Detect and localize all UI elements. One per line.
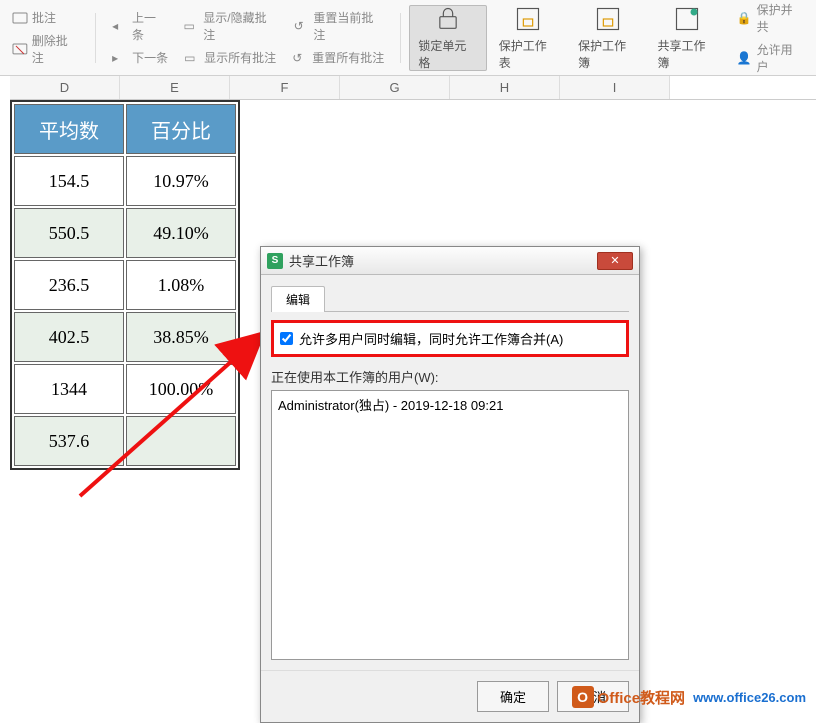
data-table: 平均数 百分比 154.510.97% 550.549.10% 236.51.0… xyxy=(10,100,240,470)
share-workbook-icon xyxy=(673,5,701,33)
allow-multi-edit-row[interactable]: 允许多用户同时编辑，同时允许工作簿合并(A) xyxy=(280,329,620,348)
col-header[interactable]: G xyxy=(340,76,450,99)
protect-share-button[interactable]: 🔒 保护并共 xyxy=(733,0,808,37)
ribbon-label: 重置所有批注 xyxy=(312,49,384,66)
allow-multi-edit-checkbox[interactable] xyxy=(280,332,293,345)
tab-edit[interactable]: 编辑 xyxy=(271,286,325,312)
lock-icon xyxy=(434,5,462,33)
watermark: O Office教程网 www.office26.com xyxy=(572,686,806,708)
checkbox-label: 允许多用户同时编辑，同时允许工作簿合并(A) xyxy=(299,329,563,348)
ribbon-label: 保护工作表 xyxy=(499,37,558,71)
delete-comment-button[interactable]: 删除批注 xyxy=(8,30,83,68)
protect-share-icon: 🔒 xyxy=(737,11,753,25)
protect-workbook-icon xyxy=(594,5,622,33)
cell[interactable]: 537.6 xyxy=(14,416,124,466)
cell[interactable]: 100.00% xyxy=(126,364,236,414)
table-header[interactable]: 平均数 xyxy=(14,104,124,154)
ribbon-label: 锁定单元格 xyxy=(418,37,477,71)
separator xyxy=(400,13,401,63)
cell[interactable] xyxy=(126,416,236,466)
col-header[interactable]: H xyxy=(450,76,560,99)
ribbon-label: 删除批注 xyxy=(32,32,79,66)
protect-sheet-icon xyxy=(514,5,542,33)
tab-strip: 编辑 xyxy=(271,285,629,312)
protect-workbook-button[interactable]: 保护工作簿 xyxy=(570,5,645,71)
ribbon-label: 重置当前批注 xyxy=(313,9,384,43)
toggle-comment-button[interactable]: ▭ 显示/隐藏批注 xyxy=(179,7,281,45)
col-header[interactable]: F xyxy=(230,76,340,99)
prev-comment-button[interactable]: ◂ 上一条 xyxy=(108,7,171,45)
table-header[interactable]: 百分比 xyxy=(126,104,236,154)
ribbon-label: 显示/隐藏批注 xyxy=(203,9,277,43)
col-header[interactable]: D xyxy=(10,76,120,99)
ribbon-toolbar: 批注 删除批注 ◂上一条 ▭显示/隐藏批注 ↺重置当前批注 ▸下一条 ▭显示所有… xyxy=(0,0,816,76)
list-item[interactable]: Administrator(独占) - 2019-12-18 09:21 xyxy=(278,395,622,414)
protect-sheet-button[interactable]: 保护工作表 xyxy=(491,5,566,71)
show-all-comments-button[interactable]: ▭ 显示所有批注 xyxy=(180,47,280,68)
users-listbox[interactable]: Administrator(独占) - 2019-12-18 09:21 xyxy=(271,390,629,660)
separator xyxy=(95,13,96,63)
next-comment-icon: ▸ xyxy=(112,51,128,65)
reset-all-comments-button[interactable]: ↺ 重置所有批注 xyxy=(288,47,388,68)
ribbon-label: 允许用户 xyxy=(757,41,804,75)
dialog-titlebar[interactable]: S 共享工作簿 ✕ xyxy=(261,247,639,275)
comment-button[interactable]: 批注 xyxy=(8,7,83,28)
show-all-comments-icon: ▭ xyxy=(184,51,200,65)
close-button[interactable]: ✕ xyxy=(597,252,633,270)
app-icon: S xyxy=(267,253,283,269)
cell[interactable]: 402.5 xyxy=(14,312,124,362)
col-header[interactable]: E xyxy=(120,76,230,99)
highlight-annotation: 允许多用户同时编辑，同时允许工作簿合并(A) xyxy=(271,320,629,357)
reset-all-comments-icon: ↺ xyxy=(292,51,308,65)
column-headers-row: D E F G H I xyxy=(10,76,816,100)
dialog-title: 共享工作簿 xyxy=(289,251,597,270)
ribbon-label: 保护工作簿 xyxy=(578,37,637,71)
allow-user-icon: 👤 xyxy=(737,51,753,65)
next-comment-button[interactable]: ▸ 下一条 xyxy=(108,47,172,68)
lock-cell-button[interactable]: 锁定单元格 xyxy=(409,5,486,71)
ribbon-label: 上一条 xyxy=(132,9,168,43)
reset-comment-button[interactable]: ↺重置当前批注 xyxy=(290,7,389,45)
ribbon-group-nav: ◂上一条 ▭显示/隐藏批注 ↺重置当前批注 ▸下一条 ▭显示所有批注 ↺重置所有… xyxy=(104,7,392,68)
ribbon-label: 保护并共 xyxy=(757,1,804,35)
cell[interactable]: 1.08% xyxy=(126,260,236,310)
delete-comment-icon xyxy=(12,42,28,56)
ribbon-group-comments: 批注 删除批注 xyxy=(4,7,87,68)
ok-button[interactable]: 确定 xyxy=(477,681,549,712)
cell[interactable]: 236.5 xyxy=(14,260,124,310)
ribbon-label: 共享工作簿 xyxy=(657,37,716,71)
cell[interactable]: 550.5 xyxy=(14,208,124,258)
reset-comment-icon: ↺ xyxy=(294,19,310,33)
cell[interactable]: 10.97% xyxy=(126,156,236,206)
watermark-brand: Office教程网 xyxy=(598,687,686,708)
close-icon: ✕ xyxy=(610,254,619,267)
col-header[interactable]: I xyxy=(560,76,670,99)
dialog-body: 编辑 允许多用户同时编辑，同时允许工作簿合并(A) 正在使用本工作簿的用户(W)… xyxy=(261,275,639,670)
watermark-icon: O xyxy=(572,686,594,708)
ribbon-label: 下一条 xyxy=(132,49,168,66)
ribbon-label: 批注 xyxy=(32,9,56,26)
share-workbook-dialog: S 共享工作簿 ✕ 编辑 允许多用户同时编辑，同时允许工作簿合并(A) 正在使用… xyxy=(260,246,640,723)
users-label: 正在使用本工作簿的用户(W): xyxy=(271,367,629,386)
ribbon-group-protect-extra: 🔒 保护并共 👤 允许用户 xyxy=(729,0,812,77)
cell[interactable]: 154.5 xyxy=(14,156,124,206)
allow-user-button[interactable]: 👤 允许用户 xyxy=(733,39,808,77)
prev-comment-icon: ◂ xyxy=(112,19,128,33)
cell[interactable]: 1344 xyxy=(14,364,124,414)
ribbon-label: 显示所有批注 xyxy=(204,49,276,66)
toggle-comment-icon: ▭ xyxy=(183,19,199,33)
spreadsheet: D E F G H I 平均数 百分比 154.510.97% 550.549.… xyxy=(0,76,816,718)
cell[interactable]: 38.85% xyxy=(126,312,236,362)
watermark-url: www.office26.com xyxy=(693,690,806,705)
cell[interactable]: 49.10% xyxy=(126,208,236,258)
comment-icon xyxy=(12,11,28,25)
share-workbook-button[interactable]: 共享工作簿 xyxy=(649,5,724,71)
